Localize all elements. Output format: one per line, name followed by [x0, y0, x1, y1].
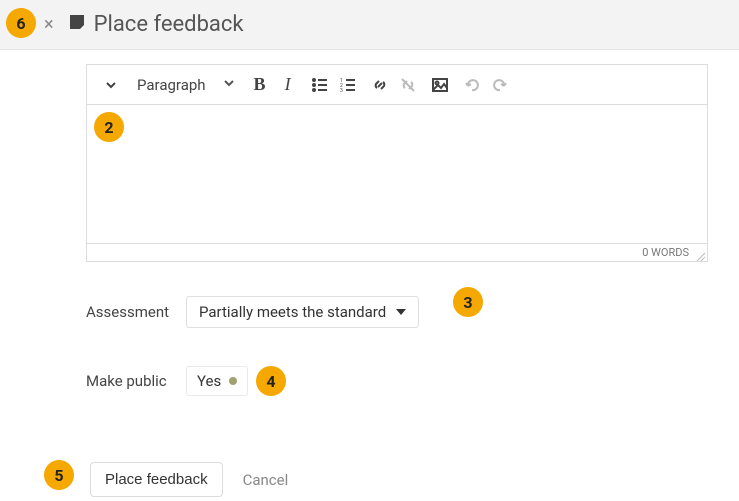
assessment-select[interactable]: Partially meets the standard: [186, 296, 419, 328]
annotation-marker-4: 4: [256, 366, 286, 396]
annotation-marker-3: 3: [453, 287, 483, 317]
editor-toolbar: Paragraph B I 123: [87, 65, 707, 105]
annotation-marker-5: 5: [44, 460, 74, 490]
link-icon[interactable]: [366, 71, 394, 99]
close-icon[interactable]: ×: [44, 14, 54, 35]
cancel-link[interactable]: Cancel: [243, 471, 289, 489]
undo-icon[interactable]: [458, 71, 486, 99]
actions-row: Place feedback Cancel: [90, 462, 739, 497]
bold-icon[interactable]: B: [246, 71, 274, 99]
resize-handle-icon[interactable]: [695, 251, 705, 261]
note-icon: [68, 12, 86, 37]
caret-down-icon: [396, 309, 406, 315]
format-select-label: Paragraph: [137, 76, 206, 94]
assessment-value: Partially meets the standard: [199, 303, 386, 321]
make-public-value: Yes: [197, 372, 221, 390]
image-icon[interactable]: [426, 71, 454, 99]
feedback-editor: Paragraph B I 123: [86, 64, 708, 262]
italic-icon[interactable]: I: [274, 71, 302, 99]
assessment-label: Assessment: [86, 303, 186, 321]
annotation-marker-6: 6: [6, 8, 36, 38]
annotation-marker-2: 2: [94, 112, 124, 142]
redo-icon[interactable]: [486, 71, 514, 99]
make-public-row: Make public Yes: [86, 366, 739, 396]
dialog-title-text: Place feedback: [94, 12, 244, 37]
editor-footer: 0 WORDS: [87, 243, 707, 261]
unlink-icon[interactable]: [394, 71, 422, 99]
format-open-icon[interactable]: [97, 71, 125, 99]
editor-textarea[interactable]: [87, 105, 707, 243]
word-count: 0 WORDS: [642, 246, 689, 259]
make-public-toggle[interactable]: Yes: [186, 366, 248, 396]
number-list-icon[interactable]: 123: [334, 71, 362, 99]
dialog-header: × Place feedback: [0, 0, 739, 50]
svg-text:3: 3: [340, 88, 343, 94]
format-select[interactable]: Paragraph: [133, 76, 238, 94]
chevron-down-icon: [224, 78, 234, 91]
bullet-list-icon[interactable]: [306, 71, 334, 99]
status-dot-icon: [229, 377, 237, 385]
place-feedback-button[interactable]: Place feedback: [90, 462, 223, 497]
make-public-label: Make public: [86, 372, 186, 390]
assessment-row: Assessment Partially meets the standard: [86, 296, 739, 328]
dialog-title: Place feedback: [68, 12, 244, 37]
